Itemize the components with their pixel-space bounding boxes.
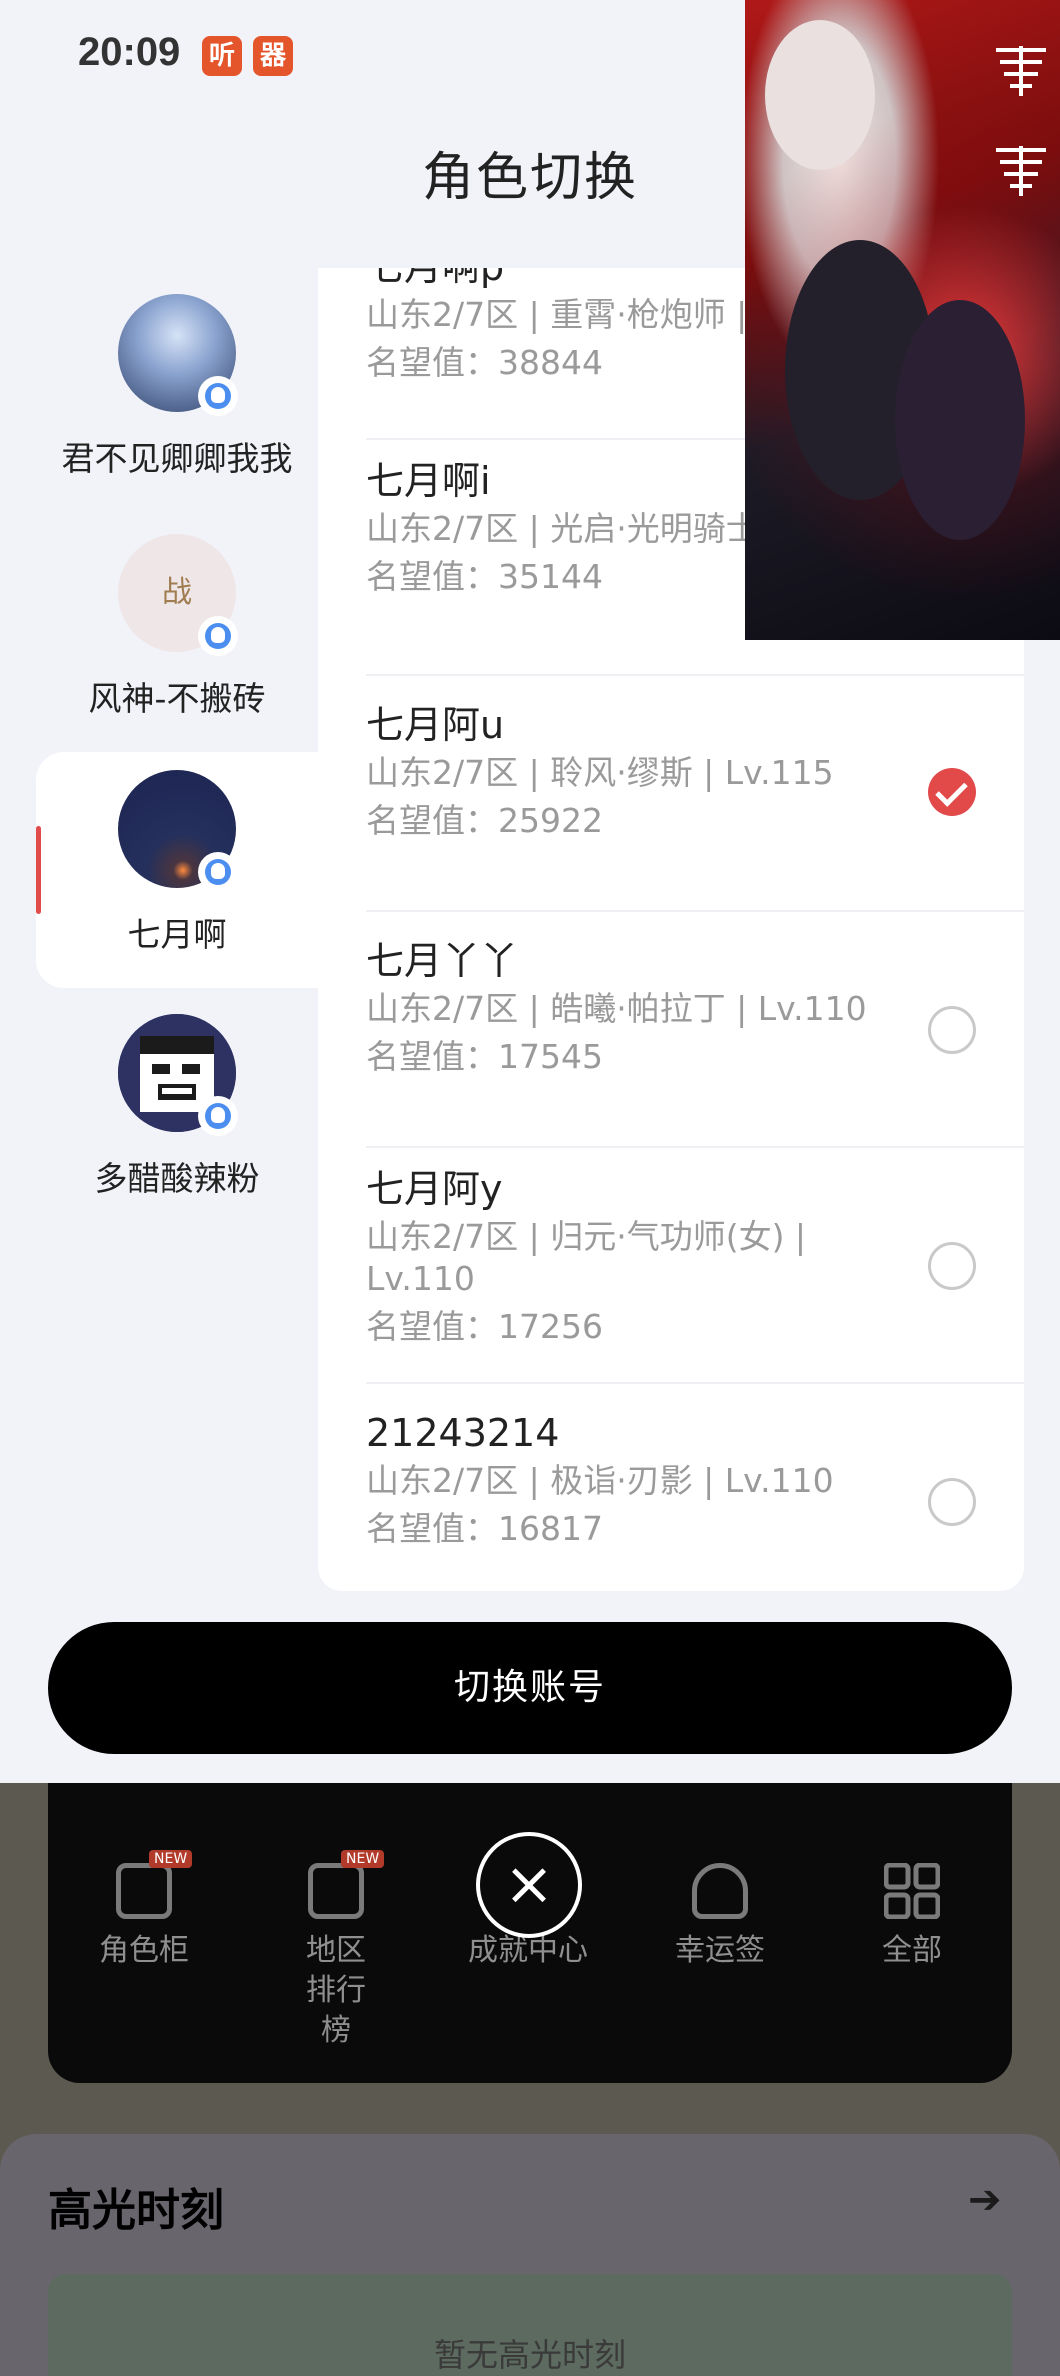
account-name: 七月啊: [127, 915, 227, 954]
role-item[interactable]: 21243214 山东2/7区 | 极诣·刃影 | Lv.110 名望值：168…: [366, 1384, 1024, 1591]
role-score: 名望值：25922: [366, 801, 603, 840]
role-item[interactable]: 七月阿y 山东2/7区 | 归元·气功师(女) | Lv.110 名望值：172…: [366, 1148, 1024, 1384]
account-item-4[interactable]: 多醋酸辣粉: [36, 996, 318, 1232]
role-score: 名望值：17256: [366, 1307, 603, 1346]
section-title: 高光时刻: [48, 2185, 224, 2236]
tool-label: 成就中心: [468, 1933, 588, 1968]
tool-lucky-draw[interactable]: 幸运签: [624, 1863, 816, 1971]
role-score: 名望值：16817: [366, 1509, 603, 1548]
new-tag: NEW: [149, 1850, 193, 1868]
listen-app-icon: 听: [202, 36, 242, 76]
account-item-2[interactable]: 战 风神-不搬砖: [36, 516, 318, 752]
empty-state-text: 暂无高光时刻: [433, 2336, 626, 2374]
role-item[interactable]: 七月丫丫 山东2/7区 | 皓曦·帕拉丁 | Lv.110 名望值：17545: [366, 912, 1024, 1148]
role-radio[interactable]: [928, 1242, 976, 1290]
role-item-selected[interactable]: 七月阿u 山东2/7区 | 聆风·缪斯 | Lv.115 名望值：25922: [366, 676, 1024, 912]
character-figure: [895, 300, 1025, 540]
tool-all[interactable]: 全部: [816, 1862, 1008, 1971]
tool-label: 幸运签: [675, 1933, 765, 1968]
ranking-icon: NEW: [308, 1850, 385, 1919]
check-icon[interactable]: [928, 768, 976, 816]
tool-label: 角色柜: [99, 1933, 189, 1968]
arrow-right-icon[interactable]: ➔: [968, 2178, 1012, 2222]
role-name: 七月阿u: [366, 703, 505, 747]
account-item-3[interactable]: 七月啊: [36, 752, 318, 988]
game-logo-icon: [990, 140, 1052, 202]
account-name: 风神-不搬砖: [88, 679, 266, 718]
role-radio[interactable]: [928, 1478, 976, 1526]
tool-role-cabinet[interactable]: NEW 角色柜: [48, 1850, 240, 1971]
role-info: 山东2/7区 | 归元·气功师(女) | Lv.110: [366, 1217, 807, 1298]
role-info: 山东2/7区 | 聆风·缪斯 | Lv.115: [366, 753, 834, 792]
close-icon[interactable]: ×: [476, 1832, 582, 1938]
active-indicator: [36, 826, 41, 914]
role-score: 名望值：17545: [366, 1037, 603, 1076]
role-info: 山东2/7区 | 皓曦·帕拉丁 | Lv.110: [366, 989, 867, 1028]
qq-icon: [198, 376, 238, 416]
character-figure: [765, 20, 875, 170]
cabinet-icon: NEW: [116, 1850, 193, 1919]
account-name: 多醋酸辣粉: [94, 1159, 260, 1198]
tool-label: 全部: [882, 1933, 942, 1968]
grid-icon: [883, 1862, 941, 1920]
tool-region-ranking[interactable]: NEW 地区排行榜: [240, 1850, 432, 2051]
new-tag: NEW: [341, 1850, 385, 1868]
account-item-1[interactable]: 君不见卿卿我我: [36, 276, 318, 512]
lucky-draw-icon: [692, 1863, 748, 1919]
role-radio[interactable]: [928, 1006, 976, 1054]
promo-banner-image[interactable]: [745, 0, 1060, 640]
role-name: 21243214: [366, 1411, 560, 1455]
role-switch-panel: 20:09 听 器 角色切换 君不见卿卿我我 战 风神-不搬砖 七月啊 多醋酸辣…: [0, 0, 1060, 1783]
role-name: 七月阿y: [366, 1167, 503, 1211]
role-info: 山东2/7区 | 极诣·刃影 | Lv.110: [366, 1461, 834, 1500]
empty-state: 暂无高光时刻: [48, 2274, 1012, 2376]
account-name: 君不见卿卿我我: [61, 439, 293, 478]
qq-icon: [198, 852, 238, 892]
qq-icon: [198, 1096, 238, 1136]
qq-icon: [198, 616, 238, 656]
game-logo-icon: [990, 40, 1052, 102]
switch-account-button[interactable]: 切换账号: [48, 1622, 1012, 1754]
status-time: 20:09: [78, 30, 181, 74]
role-name: 七月丫丫: [366, 939, 519, 983]
highlight-section: 高光时刻 ➔ 暂无高光时刻: [0, 2134, 1060, 2376]
app-notification-icon: 器: [253, 36, 293, 76]
tool-label: 地区排行榜: [306, 1933, 366, 2048]
